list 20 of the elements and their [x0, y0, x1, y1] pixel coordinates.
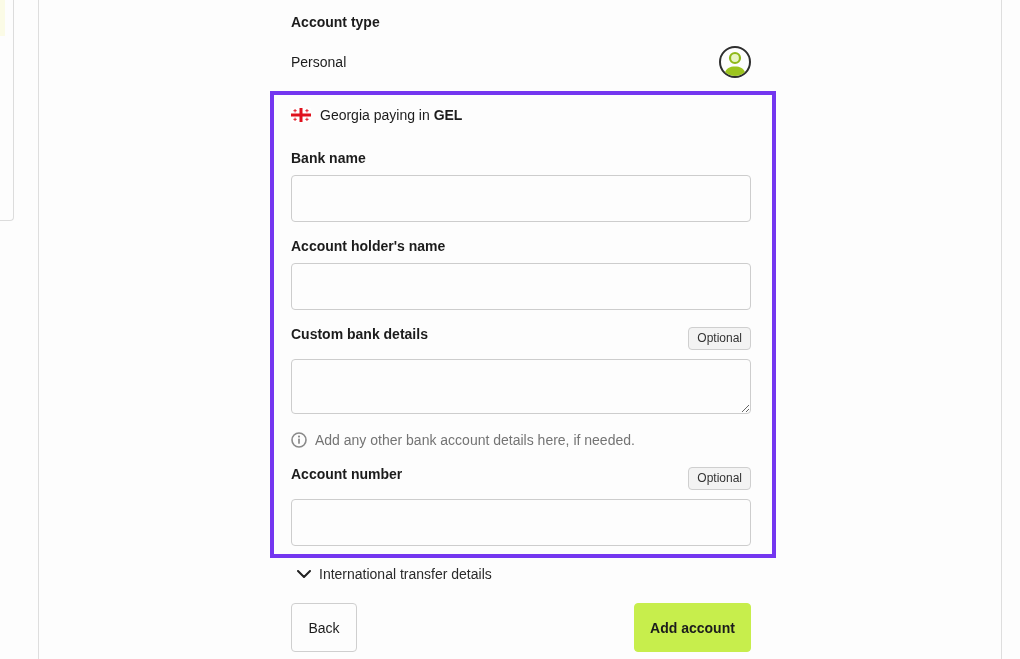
back-button[interactable]: Back [291, 603, 357, 652]
hint-text: Add any other bank account details here, if needed. [315, 431, 635, 450]
account-type-label: Account type [291, 13, 381, 32]
field-label: Account holder's name [291, 237, 446, 256]
field-label: Account number [291, 465, 403, 484]
info-icon [291, 432, 307, 448]
disclosure-toggle[interactable]: International transfer details [291, 564, 492, 584]
account-type-value: Personal [291, 53, 347, 72]
field-label: Custom bank details [291, 325, 428, 344]
flag-icon [291, 108, 311, 122]
add-account-button[interactable]: Add account [634, 603, 751, 652]
text-input-field[interactable] [291, 175, 751, 222]
field-label: Bank name [291, 149, 366, 168]
country-currency-text: Georgia paying in GEL [320, 106, 463, 125]
text-input-field[interactable] [291, 263, 751, 310]
optional-badge: Optional [688, 327, 751, 350]
text-input-field[interactable] [291, 499, 751, 546]
text-area-field[interactable] [291, 359, 751, 414]
person-icon [719, 46, 751, 78]
optional-badge: Optional [688, 467, 751, 490]
